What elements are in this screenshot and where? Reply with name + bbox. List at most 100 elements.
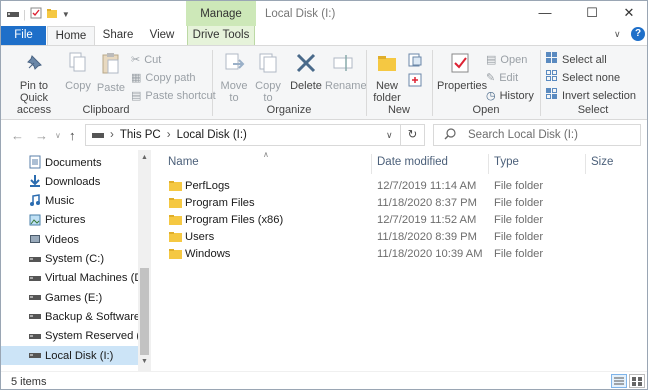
recent-locations-chevron-icon[interactable]: ∨ <box>55 131 61 140</box>
copy-path-button[interactable]: ▦ Copy path <box>131 70 196 86</box>
tab-view[interactable]: View <box>141 26 183 45</box>
clipboard-group: Pin to Quick access Copy Paste ✂ Cut ▦ Cop… <box>1 48 216 118</box>
up-arrow-icon[interactable]: ↑ <box>69 128 76 143</box>
chevron-down-icon[interactable]: ∨ <box>614 29 621 40</box>
file-date: 12/7/2019 11:52 AM <box>377 214 477 226</box>
scroll-down-icon[interactable]: ▼ <box>141 358 148 365</box>
item-count: 5 items <box>11 376 47 388</box>
new-folder-button[interactable]: New folder <box>371 52 403 104</box>
open-icon: ▤ <box>486 54 497 66</box>
refresh-icon[interactable]: ↻ <box>400 125 424 145</box>
invert-selection-button[interactable]: Invert selection <box>546 87 636 104</box>
file-row[interactable]: Windows 11/18/2020 10:39 AM File folder <box>169 246 639 263</box>
details-view-icon[interactable] <box>611 374 627 388</box>
nav-item[interactable]: System Reserved (G:) <box>1 327 138 346</box>
select-all-label: Select all <box>562 54 607 66</box>
nav-item[interactable]: Games (E:) <box>1 288 138 307</box>
history-button[interactable]: ◷ History <box>486 88 534 104</box>
rename-button[interactable]: Rename <box>325 52 367 92</box>
nav-item-label: Virtual Machines (D:) <box>45 272 138 285</box>
delete-button[interactable]: Delete <box>289 52 323 92</box>
nav-scrollbar[interactable]: ▲ ▼ <box>138 150 151 371</box>
nav-item[interactable]: Downloads <box>1 172 138 191</box>
nav-item[interactable]: Virtual Machines (D:) <box>1 269 138 288</box>
nav-item[interactable]: Backup & Software (F: <box>1 307 138 326</box>
easy-access-icon[interactable] <box>407 72 423 91</box>
close-button[interactable]: ✕ <box>609 1 648 26</box>
file-type: File folder <box>494 248 544 260</box>
nav-item[interactable]: Videos <box>1 230 138 249</box>
file-date: 11/18/2020 8:39 PM <box>377 231 477 243</box>
nav-item[interactable]: Documents <box>1 153 138 172</box>
help-icon[interactable]: ? <box>631 27 645 41</box>
select-all-button[interactable]: Select all <box>546 51 607 68</box>
file-row[interactable]: Users 11/18/2020 8:39 PM File folder <box>169 229 639 246</box>
maximize-button[interactable]: ☐ <box>572 1 612 26</box>
tab-home[interactable]: Home <box>47 26 95 45</box>
edit-button[interactable]: ✎ Edit <box>486 70 518 86</box>
select-none-button[interactable]: Select none <box>546 69 620 86</box>
properties-button[interactable]: Properties <box>437 52 487 92</box>
open-button[interactable]: ▤ Open <box>486 52 527 68</box>
cut-button[interactable]: ✂ Cut <box>131 52 161 68</box>
file-row[interactable]: Program Files (x86) 12/7/2019 11:52 AM Fil… <box>169 212 639 229</box>
paste-button[interactable]: Paste <box>95 52 127 94</box>
properties-qat-icon[interactable] <box>30 7 42 22</box>
file-row[interactable]: PerfLogs 12/7/2019 11:14 AM File folder <box>169 178 639 195</box>
copy-path-icon: ▦ <box>131 72 142 84</box>
drive-icon <box>29 252 41 269</box>
minimize-button[interactable]: — <box>525 1 565 26</box>
large-icons-view-icon[interactable] <box>629 374 645 388</box>
pin-icon <box>5 52 63 77</box>
paste-shortcut-button[interactable]: ▤ Paste shortcut <box>131 88 216 104</box>
window-title: Local Disk (I:) <box>265 8 336 20</box>
copy-to-label: Copy to <box>255 80 281 104</box>
move-to-button[interactable]: Move to <box>219 52 249 104</box>
nav-item-label: System Reserved (G:) <box>45 330 138 343</box>
chevron-down-icon[interactable]: ▼ <box>62 10 70 19</box>
properties-icon <box>437 52 483 77</box>
column-header-size[interactable]: Size <box>591 156 613 168</box>
new-item-icon[interactable] <box>407 52 423 71</box>
column-header-name[interactable]: Name <box>168 156 199 168</box>
documents-icon <box>29 155 41 172</box>
back-arrow-icon[interactable]: ← <box>11 128 24 143</box>
file-row[interactable]: Program Files 11/18/2020 8:37 PM File fold… <box>169 195 639 212</box>
nav-item[interactable]: Music <box>1 192 138 211</box>
tab-file[interactable]: File <box>1 26 46 45</box>
nav-item[interactable]: System (C:) <box>1 250 138 269</box>
copy-to-button[interactable]: Copy to <box>253 52 283 104</box>
column-divider[interactable] <box>585 154 586 174</box>
tab-manage[interactable]: Manage <box>186 1 256 26</box>
column-divider[interactable] <box>371 154 372 174</box>
tab-drive-tools[interactable]: Drive Tools <box>187 26 255 45</box>
copy-button[interactable]: Copy <box>63 52 93 92</box>
nav-item[interactable]: Pictures <box>1 211 138 230</box>
file-list: ∧ Name Date modified Type Size PerfLogs 1… <box>151 150 647 371</box>
folder-icon <box>169 248 182 263</box>
address-dropdown-icon[interactable]: ∨ <box>386 130 393 141</box>
select-group-label: Select <box>577 104 609 116</box>
column-divider[interactable] <box>488 154 489 174</box>
nav-item-label: Videos <box>45 233 80 246</box>
nav-scrollbar-thumb[interactable] <box>140 268 149 355</box>
select-group: Select all Select none Invert selection … <box>541 48 645 118</box>
ribbon-tabs: File Home Share View Drive Tools ∨ ? <box>1 26 647 45</box>
forward-arrow-icon[interactable]: → <box>35 128 48 143</box>
scroll-up-icon[interactable]: ▲ <box>141 154 148 161</box>
column-header-date[interactable]: Date modified <box>377 156 448 168</box>
nav-item[interactable]: Local Disk (I:) <box>1 346 138 365</box>
tab-share[interactable]: Share <box>97 26 139 45</box>
breadcrumb-chevron-icon[interactable]: › <box>167 129 171 141</box>
address-box[interactable]: › This PC › Local Disk (I:) ∨ ↻ <box>85 124 425 146</box>
file-name: Program Files <box>185 197 255 209</box>
file-type: File folder <box>494 214 544 226</box>
edit-icon: ✎ <box>486 72 496 84</box>
breadcrumb-chevron-icon[interactable]: › <box>110 129 114 141</box>
search-input[interactable]: Search Local Disk (I:) <box>433 124 641 146</box>
move-to-icon <box>219 52 249 77</box>
breadcrumb-this-pc[interactable]: This PC <box>120 129 161 141</box>
breadcrumb-local-disk[interactable]: Local Disk (I:) <box>177 129 247 141</box>
column-header-type[interactable]: Type <box>494 156 519 168</box>
new-folder-qat-icon[interactable] <box>46 7 58 22</box>
